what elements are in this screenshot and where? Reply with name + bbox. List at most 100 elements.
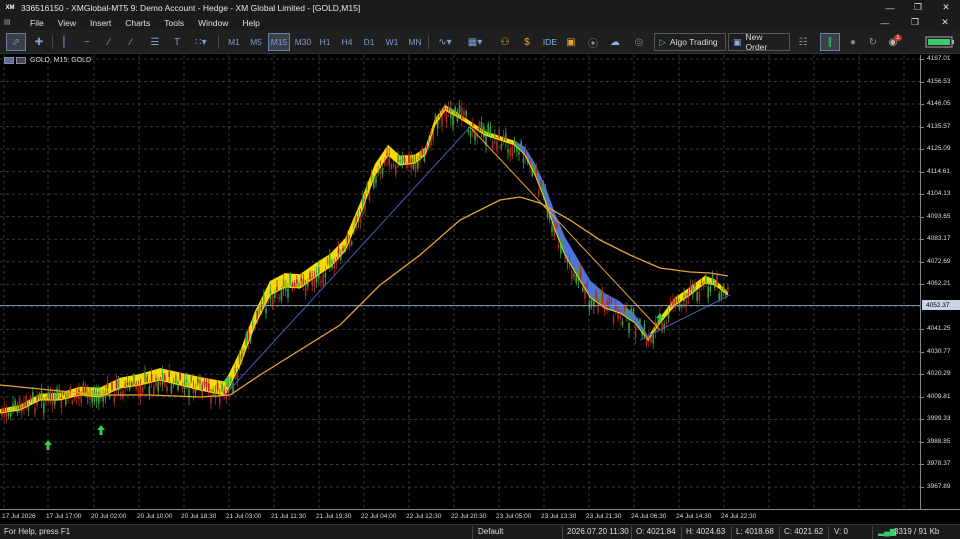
refresh-icon[interactable]: ↻: [864, 33, 882, 51]
price-tick: [921, 329, 924, 331]
candle-body: [487, 123, 489, 134]
indicators-icon[interactable]: ▦▾: [462, 33, 488, 51]
one-click-trading-icon[interactable]: ∥: [820, 33, 840, 51]
child-minimize-icon[interactable]: —: [870, 15, 900, 30]
candle-body: [190, 376, 192, 382]
fibonacci-icon[interactable]: ☰: [146, 33, 164, 51]
minimize-icon[interactable]: —: [876, 0, 904, 15]
timeframe-w1[interactable]: W1: [382, 33, 402, 51]
timeframe-h4[interactable]: H4: [337, 33, 357, 51]
candle-body: [150, 374, 153, 383]
market-icon[interactable]: ⚇: [494, 33, 516, 51]
time-label: 23 Jul 05:00: [496, 513, 532, 520]
depth-of-market-icon[interactable]: ☷: [794, 33, 812, 51]
candle-body: [632, 309, 635, 320]
trend-line-icon[interactable]: ∕: [100, 33, 118, 51]
ide-button[interactable]: IDE: [540, 33, 560, 51]
candle-body: [14, 400, 16, 408]
candle-body: [18, 398, 21, 411]
candle-body: [665, 322, 668, 325]
lock-icon[interactable]: ▣: [562, 33, 580, 51]
candle-body: [38, 393, 41, 399]
timeframe-m15[interactable]: M15: [268, 33, 290, 51]
candle-body: [540, 181, 542, 186]
candle-body: [520, 141, 522, 148]
crosshair-icon[interactable]: ✚: [30, 33, 48, 51]
horizontal-line-icon[interactable]: −: [78, 33, 96, 51]
timeframe-d1[interactable]: D1: [360, 33, 378, 51]
candle-body: [40, 391, 43, 401]
price-label: 3999.33: [927, 415, 951, 423]
vertical-line-icon[interactable]: ⎜: [56, 33, 74, 51]
child-restore-icon[interactable]: ❐: [900, 15, 930, 30]
menu-tools[interactable]: Tools: [164, 18, 184, 28]
candle-body: [628, 323, 630, 333]
candle-body: [685, 300, 687, 306]
radio-icon[interactable]: ⦿: [584, 33, 602, 51]
timeframe-mn[interactable]: MN: [404, 33, 426, 51]
candle-body: [161, 372, 164, 385]
candle-body: [10, 412, 12, 417]
timeframe-h1[interactable]: H1: [316, 33, 334, 51]
child-close-icon[interactable]: ✕: [930, 15, 960, 30]
candle-body: [661, 322, 663, 333]
menu-charts[interactable]: Charts: [125, 18, 150, 28]
candle-body: [601, 292, 604, 303]
cursor-tool-icon[interactable]: ⬀: [6, 33, 26, 51]
candle-body: [309, 272, 311, 280]
price-scale[interactable]: 4052.37 4167.01 4156.53 4146.05 4135.57 4125…: [920, 55, 960, 509]
close-icon[interactable]: ✕: [932, 0, 960, 15]
menu-view[interactable]: View: [58, 18, 76, 28]
timeframe-m5[interactable]: M5: [246, 33, 266, 51]
candle-body: [115, 379, 118, 389]
menu-window[interactable]: Window: [198, 18, 228, 28]
time-label: 17 Jul 17:00: [46, 513, 82, 520]
candle-body: [318, 267, 320, 278]
menu-help[interactable]: Help: [242, 18, 259, 28]
time-label: 22 Jul 20:30: [451, 513, 487, 520]
new-order-button[interactable]: ▣ New Order: [728, 32, 790, 52]
candle-body: [155, 378, 157, 386]
candle-body: [43, 402, 45, 413]
candle-body: [322, 274, 324, 287]
time-scale[interactable]: 17 Jul 2026 17 Jul 17:00 20 Jul 02:00 20 Ju…: [0, 509, 960, 524]
price-tick: [921, 261, 924, 263]
notifications-icon[interactable]: ◉ 1: [884, 33, 906, 51]
candle-body: [263, 295, 265, 303]
chart-area[interactable]: GOLD, M15: GOLD: [0, 55, 920, 509]
candle-body: [298, 283, 300, 287]
timeframe-m1[interactable]: M1: [224, 33, 244, 51]
time-label: 23 Jul 13:30: [541, 513, 577, 520]
candle-body: [705, 277, 707, 284]
timeframe-m30[interactable]: M30: [292, 33, 314, 51]
candle-body: [595, 291, 597, 301]
candle-body: [483, 126, 485, 137]
price-chart[interactable]: [0, 55, 920, 509]
chart-window-icon[interactable]: ▤: [4, 18, 16, 28]
candle-body: [36, 395, 38, 406]
channel-icon[interactable]: ∕: [122, 33, 140, 51]
candle-body: [375, 176, 377, 184]
signals-icon[interactable]: $: [518, 33, 536, 51]
candle-body: [452, 115, 454, 127]
shapes-icon[interactable]: ∷▾: [190, 33, 212, 51]
cloud-icon[interactable]: ☁: [606, 33, 624, 51]
chart-type-icon[interactable]: ∿▾: [432, 33, 458, 51]
window-title: 336516150 - XMGlobal-MT5 9: Demo Account…: [21, 2, 361, 13]
candle-body: [617, 309, 619, 319]
candle-body: [280, 288, 283, 301]
vps-icon[interactable]: ◎: [628, 33, 650, 51]
candle-body: [643, 324, 646, 336]
trade-levels-icon[interactable]: ⦁: [844, 33, 862, 51]
candle-body: [32, 392, 34, 399]
restore-icon[interactable]: ❐: [904, 0, 932, 15]
candle-body: [463, 111, 465, 116]
algo-trading-button[interactable]: ▷ Algo Trading: [654, 33, 726, 51]
menu-insert[interactable]: Insert: [90, 18, 111, 28]
text-tool-icon[interactable]: T: [168, 33, 186, 51]
profile-name[interactable]: Default: [478, 527, 503, 536]
candle-body: [623, 306, 626, 311]
menu-file[interactable]: File: [30, 18, 44, 28]
help-hint: For Help, press F1: [4, 527, 71, 536]
candle-body: [711, 274, 714, 281]
